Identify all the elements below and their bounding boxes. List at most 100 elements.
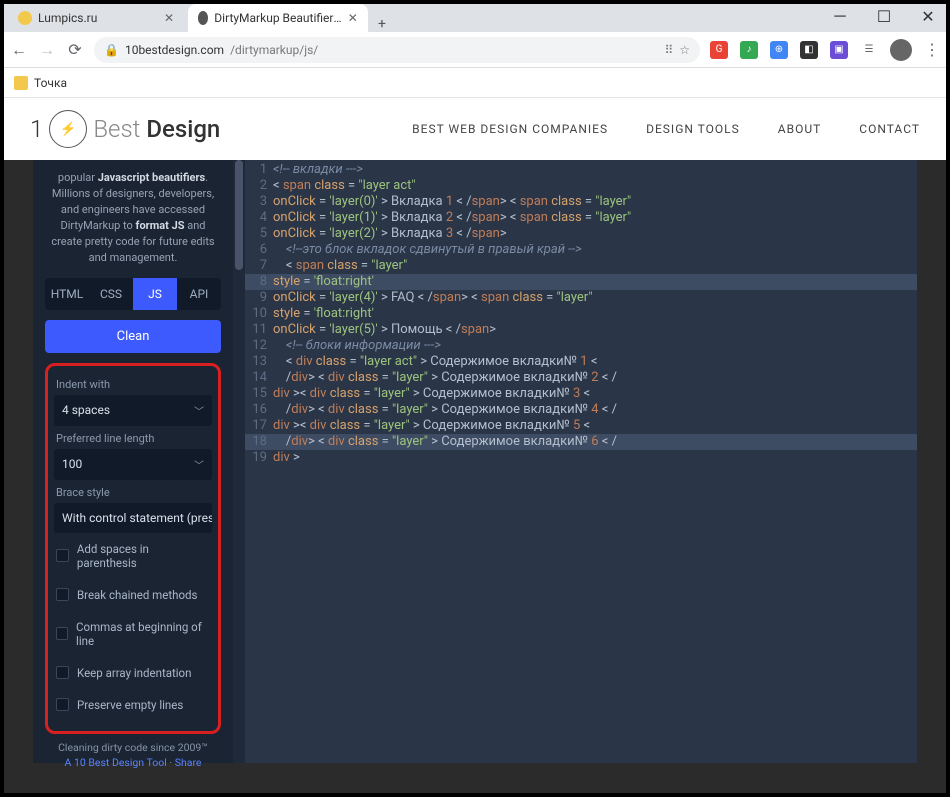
code-line[interactable]: 8style = 'float:right' xyxy=(245,274,917,290)
tab-html[interactable]: HTML xyxy=(45,278,89,310)
tab-js[interactable]: JS xyxy=(133,278,177,310)
bookmark-item[interactable]: Точка xyxy=(34,76,67,90)
ext-icon[interactable]: ⊕ xyxy=(770,41,788,59)
lock-icon: 🔒 xyxy=(104,43,119,57)
code-line[interactable]: 5onClick = 'layer(2)' > Вкладка 3 < /spa… xyxy=(245,226,917,242)
logo-digit: 1 xyxy=(30,115,43,143)
tab-api[interactable]: API xyxy=(177,278,221,310)
code-line[interactable]: 4onClick = 'layer(1)' > Вкладка 2 < /spa… xyxy=(245,210,917,226)
line-number: 12 xyxy=(245,338,273,354)
code-line[interactable]: 12 <!-- блоки информации ---> xyxy=(245,338,917,354)
code-line[interactable]: 3onClick = 'layer(0)' > Вкладка 1 < /spa… xyxy=(245,194,917,210)
kebab-icon[interactable]: ⋮ xyxy=(924,40,940,59)
favicon-icon xyxy=(198,11,208,25)
close-window-icon[interactable]: ✕ xyxy=(906,0,950,32)
minimize-icon[interactable]: ─ xyxy=(818,0,862,32)
nav-link[interactable]: DESIGN TOOLS xyxy=(646,122,740,136)
length-select[interactable]: 100﹀ xyxy=(54,449,212,480)
menu-icon[interactable]: ☰ xyxy=(860,41,878,59)
star-icon[interactable]: ☆ xyxy=(679,43,690,57)
logo-circle-icon: ⚡ xyxy=(49,110,87,148)
line-number: 13 xyxy=(245,354,273,370)
site-nav: BEST WEB DESIGN COMPANIES DESIGN TOOLS A… xyxy=(412,122,920,136)
logo-text-b: Design xyxy=(146,115,220,143)
close-icon[interactable]: ✕ xyxy=(164,11,178,25)
code-line[interactable]: 14 /div> < div class = "layer" > Содержи… xyxy=(245,370,917,386)
translate-icon[interactable]: ⠿ xyxy=(664,43,673,57)
code-line[interactable]: 16 /div> < div class = "layer" > Содержи… xyxy=(245,402,917,418)
code-line[interactable]: 11onClick = 'layer(5)' > Помощь < /span> xyxy=(245,322,917,338)
option-checkbox-row[interactable]: Break chained methods xyxy=(54,579,212,611)
line-code: < span class = "layer act" xyxy=(273,178,416,194)
scrollbar-thumb[interactable] xyxy=(235,160,243,270)
nav-link[interactable]: CONTACT xyxy=(859,122,920,136)
checkbox-icon[interactable] xyxy=(56,549,69,562)
line-code: <!-- вкладки ---> xyxy=(273,162,363,178)
line-number: 15 xyxy=(245,386,273,402)
code-line[interactable]: 7 < span class = "layer" xyxy=(245,258,917,274)
options-panel: Indent with 4 spaces﹀ Preferred line len… xyxy=(45,363,221,734)
close-icon[interactable]: ✕ xyxy=(348,11,358,25)
format-tabs: HTML CSS JS API xyxy=(45,278,221,310)
option-checkbox-row[interactable]: Preserve empty lines xyxy=(54,689,212,721)
forward-icon[interactable]: → xyxy=(38,40,56,60)
ext-icon[interactable]: ◧ xyxy=(800,41,818,59)
checkbox-label: Preserve empty lines xyxy=(77,698,183,712)
code-line[interactable]: 1<!-- вкладки ---> xyxy=(245,162,917,178)
line-code: <!-- блоки информации ---> xyxy=(273,338,441,354)
line-code: div >< div class = "layer" > Содержимое … xyxy=(273,386,590,402)
ext-icon[interactable]: G xyxy=(710,41,728,59)
ext-icon[interactable]: ▣ xyxy=(830,41,848,59)
code-line[interactable]: 9onClick = 'layer(4)' > FAQ < /span> < s… xyxy=(245,290,917,306)
line-code: div >< div class = "layer" > Содержимое … xyxy=(273,418,590,434)
url-host: 10bestdesign.com xyxy=(125,43,224,57)
option-checkbox-row[interactable]: Keep array indentation xyxy=(54,657,212,689)
brace-label: Brace style xyxy=(56,486,212,499)
option-checkbox-row[interactable]: Add spaces in parenthesis xyxy=(54,533,212,579)
footer-link[interactable]: A 10 Best Design Tool xyxy=(65,756,167,769)
logo-text-a: Best xyxy=(93,115,140,143)
browser-tab-1[interactable]: DirtyMarkup Beautifier - Javascri ✕ xyxy=(188,4,368,32)
checkbox-icon[interactable] xyxy=(56,666,69,679)
footer-link[interactable]: Share xyxy=(175,756,202,769)
code-editor[interactable]: 1<!-- вкладки --->2< span class = "layer… xyxy=(245,160,917,763)
reload-icon[interactable]: ⟳ xyxy=(66,40,84,59)
line-code: /div> < div class = "layer" > Содержимое… xyxy=(273,402,617,418)
checkbox-icon[interactable] xyxy=(56,698,69,711)
code-line[interactable]: 2< span class = "layer act" xyxy=(245,178,917,194)
code-line[interactable]: 17div >< div class = "layer" > Содержимо… xyxy=(245,418,917,434)
url-input[interactable]: 🔒 10bestdesign.com/dirtymarkup/js/ ⠿ ☆ xyxy=(94,37,700,63)
profile-avatar[interactable] xyxy=(890,39,912,61)
line-code: < div class = "layer act" > Содержимое в… xyxy=(273,354,597,370)
code-line[interactable]: 19div > xyxy=(245,450,917,466)
editor-scrollbar[interactable] xyxy=(233,160,245,763)
maximize-icon[interactable]: ☐ xyxy=(862,0,906,32)
nav-link[interactable]: BEST WEB DESIGN COMPANIES xyxy=(412,122,608,136)
sidebar-description: popular Javascript beautifiers. Millions… xyxy=(45,170,221,266)
nav-link[interactable]: ABOUT xyxy=(778,122,822,136)
url-path: /dirtymarkup/js/ xyxy=(230,43,318,57)
new-tab-button[interactable]: + xyxy=(368,16,396,32)
checkbox-icon[interactable] xyxy=(56,627,68,640)
site-logo[interactable]: 1 ⚡ BestDesign xyxy=(30,110,220,148)
code-line[interactable]: 6 <!--это блок вкладок сдвинутый в правы… xyxy=(245,242,917,258)
clean-button[interactable]: Clean xyxy=(45,320,221,353)
bookmark-folder-icon xyxy=(14,76,28,90)
brace-select[interactable]: With control statement (preserv xyxy=(54,503,212,533)
ext-icon[interactable]: ♪ xyxy=(740,41,758,59)
code-line[interactable]: 15div >< div class = "layer" > Содержимо… xyxy=(245,386,917,402)
code-line[interactable]: 18 /div> < div class = "layer" > Содержи… xyxy=(245,434,917,450)
tab-css[interactable]: CSS xyxy=(89,278,133,310)
back-icon[interactable]: ← xyxy=(10,40,28,60)
code-line[interactable]: 10style = 'float:right' xyxy=(245,306,917,322)
line-code: onClick = 'layer(1)' > Вкладка 2 < /span… xyxy=(273,210,631,226)
tab-title: DirtyMarkup Beautifier - Javascri xyxy=(214,11,341,25)
line-code: <!--это блок вкладок сдвинутый в правый … xyxy=(273,242,582,258)
indent-select[interactable]: 4 spaces﹀ xyxy=(54,395,212,426)
line-number: 7 xyxy=(245,258,273,274)
checkbox-icon[interactable] xyxy=(56,588,69,601)
option-checkbox-row[interactable]: Commas at beginning of line xyxy=(54,611,212,657)
code-line[interactable]: 13 < div class = "layer act" > Содержимо… xyxy=(245,354,917,370)
line-number: 19 xyxy=(245,450,273,466)
browser-tab-0[interactable]: Lumpics.ru ✕ xyxy=(8,4,188,32)
